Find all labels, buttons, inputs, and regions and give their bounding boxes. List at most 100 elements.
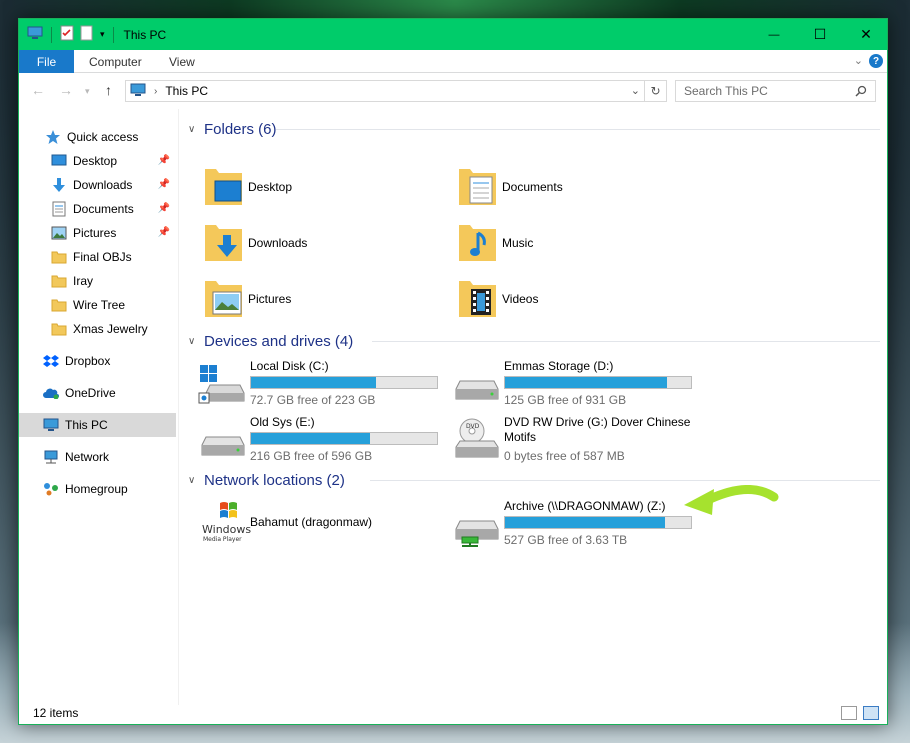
drive-tile-g[interactable]: DVD DVD RW Drive (G:) Dover Chinese Moti… <box>452 415 712 467</box>
maximize-icon: ☐ <box>813 26 827 42</box>
windows-media-player-icon: Windows Media Player <box>198 499 251 547</box>
sidebar-item-iray[interactable]: Iray <box>19 269 176 293</box>
drive-name: Old Sys (E:) <box>250 415 315 429</box>
collapse-chevron-icon[interactable]: ∨ <box>188 336 198 347</box>
group-divider <box>370 480 880 481</box>
large-icons-view-icon[interactable] <box>863 706 879 720</box>
window-title: This PC <box>123 27 167 42</box>
dropbox-icon <box>43 353 59 369</box>
title-bar[interactable]: ▾ This PC — ☐ ✕ <box>19 19 887 50</box>
expand-ribbon-icon[interactable]: ⌄ <box>854 54 863 67</box>
tab-computer[interactable]: Computer <box>89 50 142 73</box>
quick-access-toolbar: ▾ <box>19 19 116 50</box>
drive-tile-d[interactable]: Emmas Storage (D:) 125 GB free of 931 GB <box>452 359 702 407</box>
refresh-icon[interactable]: ↻ <box>644 81 666 101</box>
qat-dropdown-icon[interactable]: ▾ <box>100 29 105 40</box>
documents-icon <box>51 201 67 217</box>
sidebar-item-xmas-jewelry[interactable]: Xmas Jewelry <box>19 317 176 341</box>
sidebar-item-homegroup[interactable]: Homegroup <box>19 477 176 501</box>
sidebar-item-label: This PC <box>65 418 108 432</box>
minimize-icon: — <box>768 28 780 41</box>
star-icon <box>45 129 61 145</box>
hard-drive-icon <box>452 359 500 407</box>
collapse-chevron-icon[interactable]: ∨ <box>188 124 198 135</box>
toolbar-separator <box>51 26 52 43</box>
folder-tile-desktop[interactable]: Desktop <box>202 165 292 209</box>
search-icon[interactable] <box>855 85 867 100</box>
drive-tile-e[interactable]: Old Sys (E:) 216 GB free of 596 GB <box>198 415 448 463</box>
up-arrow-icon[interactable]: ↑ <box>105 82 112 98</box>
sidebar-item-documents[interactable]: Documents 📌 <box>19 197 176 221</box>
drive-name: DVD RW Drive (G:) Dover Chinese <box>504 415 691 429</box>
details-view-icon[interactable] <box>841 706 857 720</box>
folder-label: Documents <box>502 180 563 194</box>
sidebar-item-wire-tree[interactable]: Wire Tree <box>19 293 176 317</box>
sidebar-item-label: Documents <box>73 202 134 216</box>
sidebar-item-label: Final OBJs <box>73 250 132 264</box>
address-dropdown-icon[interactable]: ⌄ <box>631 84 640 97</box>
tab-file[interactable]: File <box>19 50 74 73</box>
sidebar-item-pictures[interactable]: Pictures 📌 <box>19 221 176 245</box>
sidebar-item-this-pc[interactable]: This PC <box>19 413 176 437</box>
folder-tile-documents[interactable]: Documents <box>456 165 563 209</box>
onedrive-icon <box>43 385 59 401</box>
computer-icon <box>43 417 59 433</box>
drive-name: Emmas Storage (D:) <box>504 359 614 373</box>
new-folder-icon[interactable] <box>80 25 94 44</box>
folder-label: Music <box>502 236 534 250</box>
folder-tile-videos[interactable]: Videos <box>456 277 538 321</box>
help-icon[interactable]: ? <box>869 54 883 68</box>
group-divider <box>276 129 880 130</box>
hard-drive-icon <box>198 415 246 463</box>
drive-tile-c[interactable]: Local Disk (C:) 72.7 GB free of 223 GB <box>198 359 448 407</box>
tab-view[interactable]: View <box>169 50 195 73</box>
folder-label: Downloads <box>248 236 308 250</box>
breadcrumb[interactable]: This PC <box>165 84 208 98</box>
network-location-bahamut[interactable]: Windows Media Player Bahamut (dragonmaw) <box>198 499 448 547</box>
group-header-folders[interactable]: ∨ Folders (6) <box>188 119 277 139</box>
folder-tile-downloads[interactable]: Downloads <box>202 221 307 265</box>
sidebar-item-dropbox[interactable]: Dropbox <box>19 349 176 373</box>
sidebar-item-network[interactable]: Network <box>19 445 176 469</box>
computer-icon[interactable] <box>27 26 43 43</box>
navigation-pane: Quick access Desktop 📌 Downloads 📌 Docum… <box>19 109 179 705</box>
sidebar-item-downloads[interactable]: Downloads 📌 <box>19 173 176 197</box>
sidebar-item-label: Wire Tree <box>73 298 126 312</box>
folder-tile-music[interactable]: Music <box>456 221 533 265</box>
properties-icon[interactable] <box>60 25 74 44</box>
sidebar-item-quick-access[interactable]: Quick access <box>19 125 176 149</box>
pin-icon[interactable]: 📌 <box>158 155 170 166</box>
close-button[interactable]: ✕ <box>843 19 889 50</box>
sidebar-item-desktop[interactable]: Desktop 📌 <box>19 149 176 173</box>
drive-name: Local Disk (C:) <box>250 359 329 373</box>
group-divider <box>372 341 880 342</box>
folder-icon <box>51 273 67 289</box>
pin-icon[interactable]: 📌 <box>158 203 170 214</box>
recent-locations-icon[interactable]: ▾ <box>85 86 90 97</box>
drive-free-space: 72.7 GB free of 223 GB <box>250 393 376 407</box>
network-drive-z[interactable]: Archive (\\DRAGONMAW) (Z:) 527 GB free o… <box>452 499 702 547</box>
group-header-network[interactable]: ∨ Network locations (2) <box>188 470 345 490</box>
sidebar-item-label: Downloads <box>73 178 133 192</box>
pin-icon[interactable]: 📌 <box>158 227 170 238</box>
sidebar-item-label: Iray <box>73 274 94 288</box>
sidebar-item-onedrive[interactable]: OneDrive <box>19 381 176 405</box>
search-input[interactable]: Search This PC <box>675 80 876 102</box>
maximize-button[interactable]: ☐ <box>797 19 843 50</box>
breadcrumb-separator-icon[interactable]: › <box>154 86 157 97</box>
group-header-devices[interactable]: ∨ Devices and drives (4) <box>188 331 353 351</box>
collapse-chevron-icon[interactable]: ∨ <box>188 475 198 486</box>
group-title: Network locations (2) <box>204 471 345 489</box>
ribbon: File Computer View ⌄ ? <box>19 50 887 73</box>
minimize-button[interactable]: — <box>751 19 797 50</box>
pin-icon[interactable]: 📌 <box>158 179 170 190</box>
sidebar-item-final-objs[interactable]: Final OBJs <box>19 245 176 269</box>
downloads-folder-icon <box>202 221 246 265</box>
folder-tile-pictures[interactable]: Pictures <box>202 277 291 321</box>
forward-arrow-icon[interactable]: → <box>59 82 73 98</box>
folder-icon <box>51 321 67 337</box>
toolbar-separator <box>112 26 114 43</box>
back-arrow-icon[interactable]: ← <box>31 82 45 98</box>
group-title: Devices and drives (4) <box>204 332 354 350</box>
address-bar[interactable]: › This PC ⌄ ↻ <box>125 80 667 102</box>
